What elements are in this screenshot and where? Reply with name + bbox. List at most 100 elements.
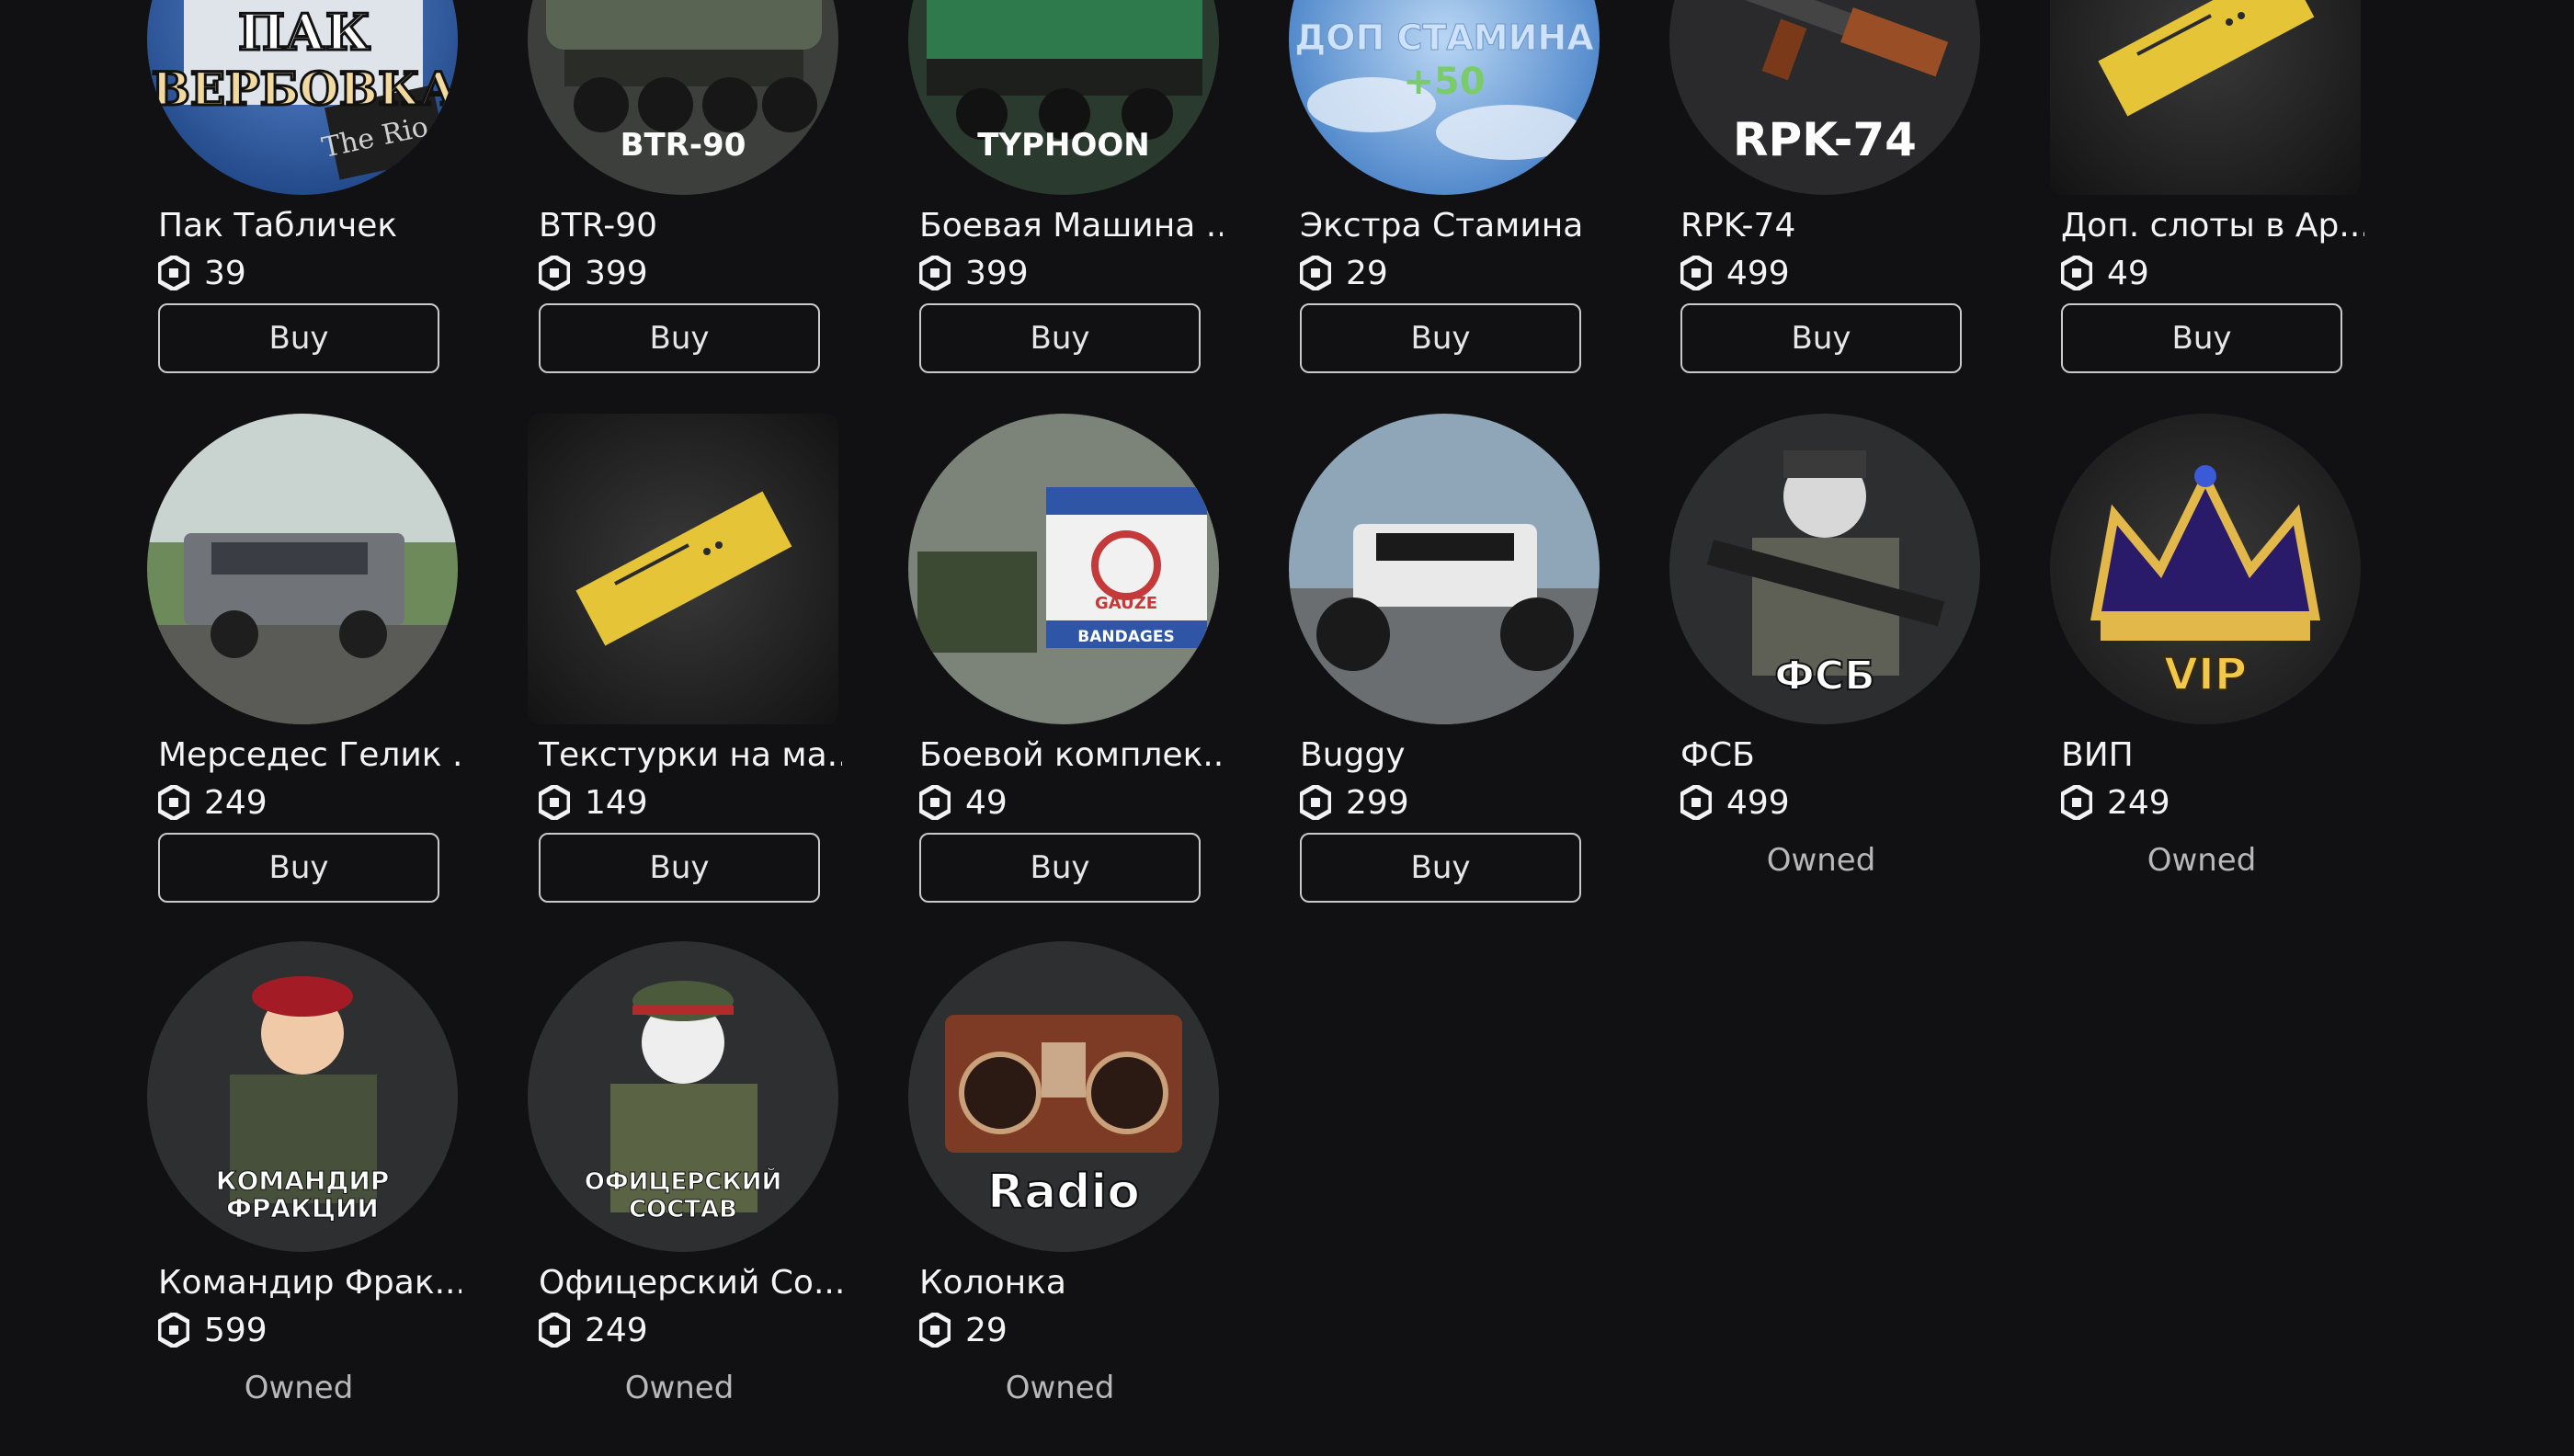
owned-label: Owned xyxy=(1005,1370,1115,1406)
item-price: 29 xyxy=(1300,252,1388,294)
item-thumbnail[interactable] xyxy=(2050,0,2361,195)
item-price: 399 xyxy=(919,252,1029,294)
buy-button[interactable]: Buy xyxy=(919,833,1201,903)
item-price-value: 249 xyxy=(2107,783,2170,822)
robux-icon xyxy=(919,256,951,290)
store-item-vip: VIP ВИП 249 Owned xyxy=(2050,414,2399,928)
item-thumbnail[interactable]: Radio xyxy=(908,941,1219,1252)
item-price: 149 xyxy=(539,781,648,824)
item-thumbnail[interactable] xyxy=(528,414,838,724)
item-price-value: 49 xyxy=(965,783,1008,822)
item-name: Текстурки на ма... xyxy=(539,736,842,774)
svg-text:TYPHOON: TYPHOON xyxy=(977,127,1149,164)
item-name: Колонка xyxy=(919,1264,1066,1302)
robux-icon xyxy=(1680,256,1712,290)
svg-text:BTR-90: BTR-90 xyxy=(621,127,746,164)
item-name: Командир Фрак... xyxy=(158,1264,461,1302)
item-price-value: 299 xyxy=(1346,783,1409,822)
item-price-value: 249 xyxy=(585,1311,648,1349)
item-name: RPK-74 xyxy=(1680,207,1796,245)
item-name: BTR-90 xyxy=(539,207,658,245)
item-name: Боевая Машина ... xyxy=(919,207,1223,245)
item-thumbnail[interactable]: ОФИЦЕРСКИЙ СОСТАВ xyxy=(528,941,838,1252)
store-item-extra-slots: Доп. слоты в Ар... 49 Buy xyxy=(2050,0,2399,399)
svg-text:ПАК: ПАК xyxy=(238,3,370,62)
item-price: 499 xyxy=(1680,781,1790,824)
item-price: 299 xyxy=(1300,781,1409,824)
store-item-grid: ПАК "ВЕРБОВКА" The Rio Пак Табличек 39 B… xyxy=(0,0,2574,1430)
robux-icon xyxy=(539,1313,570,1348)
buy-button[interactable]: Buy xyxy=(158,303,439,373)
svg-text:GAUZE: GAUZE xyxy=(1095,594,1157,613)
item-price-value: 149 xyxy=(585,783,648,822)
store-item-radio: Radio Колонка 29 Owned xyxy=(908,941,1258,1456)
item-thumbnail[interactable]: RPK-74 xyxy=(1669,0,1980,195)
item-name: Buggy xyxy=(1300,736,1406,774)
robux-icon xyxy=(539,256,570,290)
buy-button[interactable]: Buy xyxy=(158,833,439,903)
robux-icon xyxy=(539,785,570,820)
store-item-combat-kit: GAUZE BANDAGES Боевой комплек... 49 Buy xyxy=(908,414,1258,928)
item-thumbnail[interactable]: ПАК "ВЕРБОВКА" The Rio xyxy=(147,0,458,195)
svg-text:Radio: Radio xyxy=(987,1165,1140,1220)
store-item-faction-commander: КОМАНДИР ФРАКЦИИ Командир Фрак... 599 Ow… xyxy=(147,941,496,1456)
item-price-value: 249 xyxy=(204,783,268,822)
svg-text:+50: +50 xyxy=(1403,61,1485,103)
robux-icon xyxy=(2061,256,2092,290)
owned-label: Owned xyxy=(2147,842,2257,879)
robux-icon xyxy=(919,1313,951,1348)
item-thumbnail[interactable]: BTR-90 xyxy=(528,0,838,195)
item-name: ВИП xyxy=(2061,736,2134,774)
item-name: Мерседес Гелик ... xyxy=(158,736,461,774)
item-price: 499 xyxy=(1680,252,1790,294)
svg-text:ФСБ: ФСБ xyxy=(1774,653,1874,700)
item-price-value: 499 xyxy=(1726,783,1790,822)
item-thumbnail[interactable]: GAUZE BANDAGES xyxy=(908,414,1219,724)
item-thumbnail[interactable]: TYPHOON xyxy=(908,0,1219,195)
item-thumbnail[interactable]: КОМАНДИР ФРАКЦИИ xyxy=(147,941,458,1252)
buy-button[interactable]: Buy xyxy=(919,303,1201,373)
svg-text:BANDAGES: BANDAGES xyxy=(1077,628,1174,646)
store-item-buggy: Buggy 299 Buy xyxy=(1289,414,1638,928)
item-price-value: 599 xyxy=(204,1311,268,1349)
store-item-mercedes: Мерседес Гелик ... 249 Buy xyxy=(147,414,496,928)
store-item-fsb: ФСБ ФСБ 499 Owned xyxy=(1669,414,2019,928)
item-price: 39 xyxy=(158,252,246,294)
item-thumbnail[interactable]: VIP xyxy=(2050,414,2361,724)
item-price: 49 xyxy=(919,781,1008,824)
buy-button[interactable]: Buy xyxy=(1300,833,1581,903)
svg-text:ОФИЦЕРСКИЙ: ОФИЦЕРСКИЙ xyxy=(585,1166,781,1196)
item-thumbnail[interactable] xyxy=(147,414,458,724)
item-name: Экстра Стамина xyxy=(1300,207,1584,245)
robux-icon xyxy=(919,785,951,820)
item-name: Боевой комплек... xyxy=(919,736,1223,774)
buy-button[interactable]: Buy xyxy=(539,833,820,903)
item-name: Офицерский Со... xyxy=(539,1264,842,1302)
item-price-value: 39 xyxy=(204,254,246,292)
item-thumbnail[interactable] xyxy=(1289,414,1600,724)
item-thumbnail[interactable]: ДОП СТАМИНА +50 xyxy=(1289,0,1600,195)
svg-text:RPK-74: RPK-74 xyxy=(1733,113,1917,166)
store-item-extra-stamina: ДОП СТАМИНА +50 Экстра Стамина 29 Buy xyxy=(1289,0,1638,399)
item-price: 249 xyxy=(158,781,268,824)
item-name: Доп. слоты в Ар... xyxy=(2061,207,2364,245)
svg-text:"ВЕРБОВКА": "ВЕРБОВКА" xyxy=(147,62,458,116)
item-price-value: 399 xyxy=(585,254,648,292)
buy-button[interactable]: Buy xyxy=(1680,303,1962,373)
buy-button[interactable]: Buy xyxy=(539,303,820,373)
item-name: ФСБ xyxy=(1680,736,1755,774)
buy-button[interactable]: Buy xyxy=(1300,303,1581,373)
item-price-value: 29 xyxy=(965,1311,1008,1349)
buy-button[interactable]: Buy xyxy=(2061,303,2342,373)
svg-text:VIP: VIP xyxy=(2164,649,2247,700)
item-price: 599 xyxy=(158,1309,268,1351)
item-thumbnail[interactable]: ФСБ xyxy=(1669,414,1980,724)
store-item-rpk74: RPK-74 RPK-74 499 Buy xyxy=(1669,0,2019,399)
robux-icon xyxy=(1300,256,1331,290)
item-price: 399 xyxy=(539,252,648,294)
robux-icon xyxy=(158,256,189,290)
svg-text:КОМАНДИР: КОМАНДИР xyxy=(216,1166,390,1196)
item-price: 249 xyxy=(539,1309,648,1351)
store-item-btr90: BTR-90 BTR-90 399 Buy xyxy=(528,0,877,399)
store-item-typhoon: TYPHOON Боевая Машина ... 399 Buy xyxy=(908,0,1258,399)
